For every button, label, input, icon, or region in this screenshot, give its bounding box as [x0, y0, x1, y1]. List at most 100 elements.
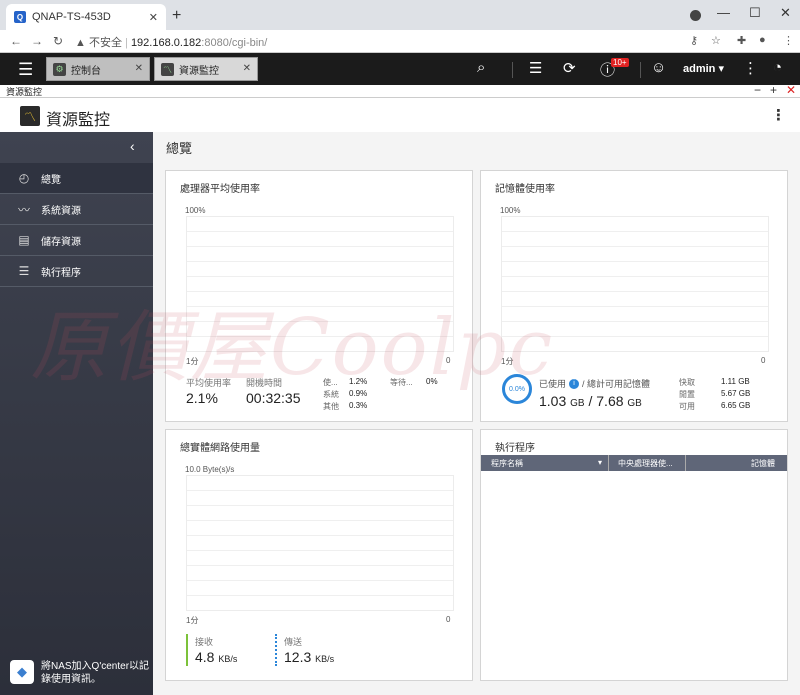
close-icon[interactable]: ✕ [135, 63, 143, 74]
tab-label: 資源監控 [179, 65, 219, 77]
window-titlebar: 資源監控 − + ✕ [0, 83, 800, 98]
sort-icon[interactable]: ▾ [598, 458, 602, 467]
y-axis-max: 10.0 Byte(s)/s [185, 465, 235, 474]
network-chart [186, 475, 454, 611]
browser-tab-title: QNAP-TS-453D [32, 11, 111, 23]
storage-icon: ▤ [18, 233, 30, 247]
process-list-icon: ☰ [18, 264, 30, 278]
sidebar-item-system-resources[interactable]: 〰 系統資源 [0, 194, 153, 225]
cpu-wait-label: 等待... [390, 378, 413, 387]
close-tab-icon[interactable]: ✕ [149, 11, 158, 24]
receive-rate: 4.8 KB/s [195, 649, 237, 665]
browser-tab[interactable]: Q QNAP-TS-453D ✕ [6, 4, 166, 30]
account-icon[interactable]: ● [759, 34, 766, 46]
reload-icon[interactable]: ↻ [53, 34, 63, 48]
more-options-icon[interactable]: ⋮ [743, 59, 758, 77]
y-axis-max: 100% [185, 206, 206, 215]
sidebar-item-label: 儲存資源 [41, 236, 81, 248]
minimize-icon[interactable]: — [717, 5, 730, 20]
dashboard-gauge-icon[interactable]: ◔ [773, 59, 782, 76]
star-icon[interactable]: ☆ [711, 34, 721, 47]
close-icon[interactable]: ✕ [243, 63, 251, 74]
tab-label: 控制台 [71, 65, 101, 77]
free-value: 5.67 GB [721, 389, 751, 398]
memory-usage-ring: 0.0% [502, 374, 532, 404]
available-value: 6.65 GB [721, 401, 751, 410]
qcenter-notice[interactable]: ◆ 將NAS加入Q'center以記錄使用資訊。 [10, 660, 151, 686]
uptime-label: 開機時間 [246, 378, 283, 388]
info-icon[interactable]: i [569, 378, 580, 389]
cpu-chart [186, 216, 454, 352]
collapse-sidebar-icon[interactable]: ‹ [130, 138, 135, 154]
notification-badge: 10+ [611, 58, 629, 67]
cpu-user-label: 使... [323, 378, 338, 387]
unit: KB/s [218, 654, 238, 664]
back-icon[interactable]: ← [10, 34, 22, 48]
tab-resource-monitor[interactable]: 〽 資源監控 ✕ [154, 57, 258, 81]
search-icon[interactable]: ⌕ [477, 59, 485, 76]
memory-used-value: 1.03 [539, 393, 567, 409]
sidebar-item-label: 系統資源 [41, 205, 81, 217]
main-menu-icon[interactable]: ☰ [18, 60, 33, 80]
chart-line-icon: 〰 [17, 202, 30, 217]
qcenter-logo-icon: ◆ [10, 660, 34, 684]
maximize-icon[interactable]: ☐ [749, 5, 761, 21]
qcenter-text: 將NAS加入Q'center以記錄使用資訊。 [41, 661, 150, 685]
window-close-icon[interactable]: ✕ [786, 83, 796, 97]
memory-usage-card: 記憶體使用率 100% 1分 0 0.0% 已使用 i / 總計可用記憶體 1.… [480, 170, 788, 422]
uptime-value: 00:32:35 [246, 390, 301, 406]
forward-icon[interactable]: → [31, 34, 43, 48]
avg-usage-label: 平均使用率 [186, 378, 232, 388]
new-tab-button[interactable]: + [172, 7, 181, 25]
user-icon[interactable]: ☺ [651, 59, 666, 76]
profile-dropdown-icon[interactable] [690, 10, 701, 21]
free-label: 閒置 [679, 390, 695, 399]
gear-icon: ⚙ [53, 62, 66, 76]
security-label: 不安全 [88, 37, 122, 49]
card-title: 記憶體使用率 [495, 184, 555, 195]
sidebar-item-overview[interactable]: ◴ 總覽 [0, 163, 153, 194]
dashboard-icon: ◴ [18, 171, 30, 185]
unit: GB [570, 398, 585, 409]
unit: KB/s [315, 654, 335, 664]
url-path: :8080/cgi-bin/ [201, 37, 268, 49]
column-memory[interactable]: 記憶體 [751, 458, 775, 469]
sync-icon[interactable]: ⟳ [563, 59, 576, 77]
ring-value: 0.0% [509, 385, 525, 393]
sidebar-item-processes[interactable]: ☰ 執行程序 [0, 256, 153, 287]
transmit-value: 12.3 [284, 649, 312, 665]
app-header: 〽 資源監控 ⋮ [0, 98, 800, 132]
address-bar: ← → ↻ ▲ 不安全 | 192.168.0.182:8080/cgi-bin… [0, 30, 800, 53]
url-field[interactable]: ▲ 不安全 | 192.168.0.182:8080/cgi-bin/ [75, 34, 267, 50]
qnap-favicon-icon: Q [14, 11, 26, 23]
card-title: 總實體網路使用量 [180, 443, 260, 454]
tab-control-panel[interactable]: ⚙ 控制台 ✕ [46, 57, 150, 81]
background-tasks-icon[interactable]: ☰ [529, 59, 542, 77]
browser-menu-icon[interactable]: ⋮ [783, 34, 794, 47]
sidebar: ‹ ◴ 總覽 〰 系統資源 ▤ 儲存資源 ☰ 執行程序 ◆ 將NAS加入Q'ce… [0, 132, 153, 695]
window-maximize-icon[interactable]: + [770, 83, 777, 97]
extensions-icon[interactable]: ✚ [737, 34, 746, 47]
unit: GB [627, 398, 642, 409]
column-process-name[interactable]: 程序名稱 [491, 458, 523, 469]
user-menu[interactable]: admin ▾ [683, 62, 724, 75]
sidebar-item-label: 執行程序 [41, 267, 81, 279]
receive-value: 4.8 [195, 649, 215, 665]
column-divider [685, 455, 686, 471]
browser-tabstrip: Q QNAP-TS-453D ✕ + — ☐ ✕ [0, 0, 800, 30]
app-menu-icon[interactable]: ⋮ [771, 106, 786, 124]
memory-total-value: 7.68 [596, 393, 624, 409]
card-title: 執行程序 [495, 443, 535, 454]
column-cpu[interactable]: 中央處理器使... [618, 458, 673, 469]
process-table-header: 程序名稱 ▾ 中央處理器使... 記憶體 [481, 455, 787, 471]
main-content: 總覽 處理器平均使用率 100% 1分 0 平均使用率 2.1% 開機時間 00… [153, 132, 800, 695]
key-icon[interactable]: ⚷ [690, 34, 698, 47]
monitor-icon: 〽 [161, 62, 174, 76]
sidebar-item-storage-resources[interactable]: ▤ 儲存資源 [0, 225, 153, 256]
window-minimize-icon[interactable]: − [754, 83, 761, 97]
avg-usage-value: 2.1% [186, 390, 218, 406]
x-axis-left: 1分 [186, 616, 199, 625]
close-window-icon[interactable]: ✕ [780, 5, 791, 21]
memory-used-label: 已使用 i / 總計可用記憶體 [539, 377, 650, 390]
cpu-system-value: 0.9% [349, 389, 368, 398]
